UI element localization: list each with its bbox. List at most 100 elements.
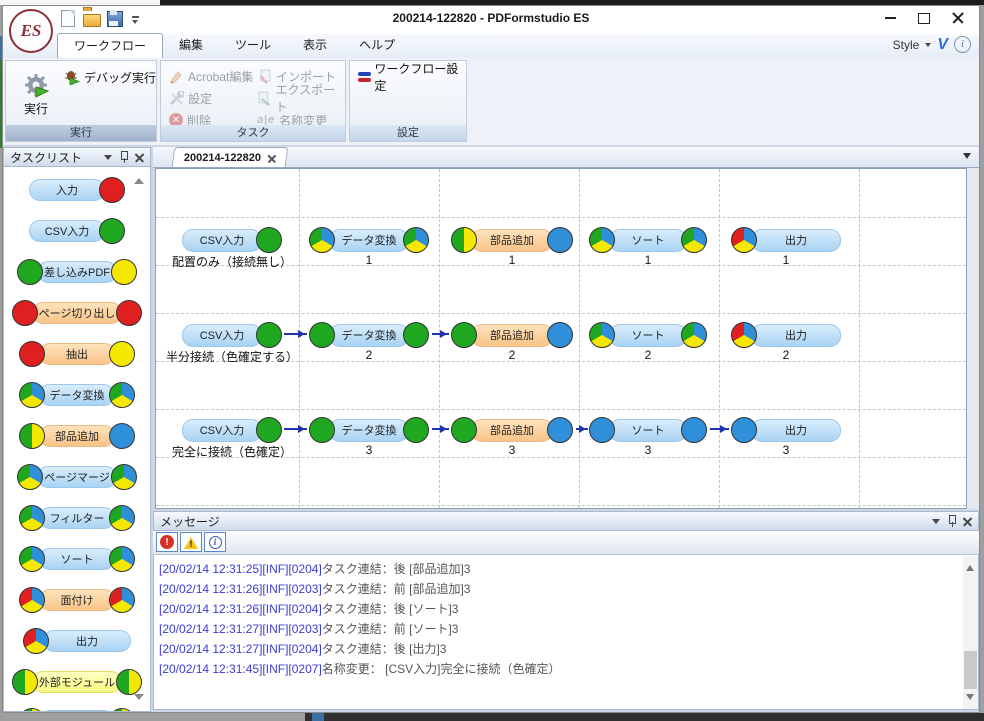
list-item[interactable]: CSV入力	[4, 217, 150, 245]
panel-menu-icon[interactable]	[104, 155, 112, 164]
maximize-button[interactable]	[907, 6, 941, 30]
connector-circle[interactable]	[256, 417, 282, 443]
connector-circle[interactable]	[451, 227, 477, 253]
customize-arrow-icon[interactable]	[131, 13, 141, 27]
connector-circle[interactable]	[309, 227, 335, 253]
open-folder-icon[interactable]	[83, 10, 100, 27]
info-filter-button[interactable]: i	[204, 532, 226, 552]
list-item[interactable]: ページマージ	[4, 463, 150, 491]
connector-circle	[19, 341, 45, 367]
debug-run-button[interactable]: デバッグ実行	[64, 67, 156, 87]
connector-circle[interactable]	[403, 227, 429, 253]
application-window: 200214-122820 - PDFormstudio ES ES ワークフロ…	[2, 5, 980, 713]
panel-menu-icon[interactable]	[932, 519, 940, 528]
connector-circle[interactable]	[547, 227, 573, 253]
connector-circle[interactable]	[731, 322, 757, 348]
task-node[interactable]: 出力 2	[731, 322, 841, 348]
connector-circle[interactable]	[403, 322, 429, 348]
task-node[interactable]: CSV入力 半分接続（色確定する）	[182, 322, 282, 348]
connector-circle[interactable]	[547, 322, 573, 348]
connector-circle	[19, 546, 45, 572]
log-line: [20/02/14 12:31:25][INF][0204]タスク連結：後 [部…	[154, 559, 978, 579]
scroll-up-icon[interactable]	[966, 561, 974, 571]
document-tab[interactable]: 200214-122820	[172, 147, 289, 167]
connector-circle[interactable]	[681, 417, 707, 443]
connector-circle[interactable]	[681, 227, 707, 253]
connector-circle[interactable]	[589, 227, 615, 253]
task-node[interactable]: ソート 2	[589, 322, 707, 348]
error-filter-button[interactable]: !	[156, 532, 178, 552]
acrobat-edit-button[interactable]: Acrobat編集	[169, 66, 253, 86]
list-item[interactable]: ソート	[4, 545, 150, 573]
task-node[interactable]: CSV入力 完全に接続（色確定）	[182, 417, 282, 443]
connector-circle[interactable]	[309, 322, 335, 348]
scrollbar-thumb[interactable]	[964, 651, 977, 689]
app-logo[interactable]: ES	[9, 9, 53, 53]
style-dropdown[interactable]: Style	[893, 38, 920, 52]
task-node[interactable]: CSV入力 配置のみ（接続無し）	[182, 227, 282, 253]
info-icon[interactable]: i	[954, 36, 971, 53]
tab-list-dropdown-icon[interactable]	[963, 153, 971, 163]
tab-view[interactable]: 表示	[287, 33, 343, 58]
list-item[interactable]: 部品追加	[4, 422, 150, 450]
connector-circle[interactable]	[451, 417, 477, 443]
close-icon[interactable]	[963, 517, 972, 526]
list-item[interactable]: 出力	[4, 627, 150, 655]
connector-circle[interactable]	[309, 417, 335, 443]
run-button[interactable]: 実行	[12, 65, 60, 123]
connector-circle[interactable]	[589, 417, 615, 443]
tab-tools[interactable]: ツール	[219, 33, 287, 58]
connector-circle[interactable]	[731, 227, 757, 253]
connector-circle[interactable]	[681, 322, 707, 348]
connector-circle[interactable]	[547, 417, 573, 443]
close-button[interactable]	[941, 6, 975, 30]
save-icon[interactable]	[107, 10, 124, 27]
tab-workflow[interactable]: ワークフロー	[57, 33, 163, 58]
task-node[interactable]: データ変換 2	[309, 322, 429, 348]
list-item[interactable]	[4, 707, 150, 712]
vendor-logo-icon: V	[937, 38, 948, 52]
task-node[interactable]: ソート 3	[589, 417, 707, 443]
task-node[interactable]: 部品追加 3	[451, 417, 573, 443]
connector-circle[interactable]	[451, 322, 477, 348]
task-node[interactable]: 出力 1	[731, 227, 841, 253]
connector-circle[interactable]	[589, 322, 615, 348]
pin-icon[interactable]	[947, 515, 956, 527]
export-button[interactable]: エクスポート	[257, 88, 345, 108]
list-item[interactable]: データ変換	[4, 381, 150, 409]
task-node[interactable]: ソート 1	[589, 227, 707, 253]
list-item[interactable]: 入力	[4, 176, 150, 204]
task-node[interactable]: 部品追加 1	[451, 227, 573, 253]
pin-icon[interactable]	[119, 151, 128, 163]
scroll-down-icon[interactable]	[134, 694, 144, 705]
workflow-settings-button[interactable]: ワークフロー設定	[358, 67, 466, 87]
connector-circle[interactable]	[403, 417, 429, 443]
message-log[interactable]: [20/02/14 12:31:25][INF][0204]タスク連結：後 [部…	[153, 555, 979, 710]
message-scrollbar[interactable]	[963, 556, 978, 709]
list-item[interactable]: 差し込みPDF	[4, 258, 150, 286]
list-item[interactable]: 抽出	[4, 340, 150, 368]
connector-circle[interactable]	[731, 417, 757, 443]
scroll-down-icon[interactable]	[966, 694, 974, 704]
tab-close-icon[interactable]	[268, 154, 276, 162]
settings-button[interactable]: 設定	[169, 88, 253, 108]
list-item[interactable]: 外部モジュール	[4, 668, 150, 696]
warning-filter-button[interactable]	[180, 532, 202, 552]
tab-help[interactable]: ヘルプ	[343, 33, 411, 58]
chevron-down-icon[interactable]	[925, 43, 931, 50]
new-document-icon[interactable]	[59, 10, 76, 27]
task-node[interactable]: データ変換 3	[309, 417, 429, 443]
task-node[interactable]: 部品追加 2	[451, 322, 573, 348]
close-icon[interactable]	[135, 153, 144, 162]
list-item[interactable]: ページ切り出し	[4, 299, 150, 327]
list-item[interactable]: 面付け	[4, 586, 150, 614]
list-item[interactable]: フィルター	[4, 504, 150, 532]
workflow-canvas[interactable]: CSV入力 配置のみ（接続無し） データ変換 1 部品追加 1	[155, 168, 967, 509]
tab-edit[interactable]: 編集	[163, 33, 219, 58]
minimize-button[interactable]	[873, 6, 907, 30]
task-node[interactable]: 出力 3	[731, 417, 841, 443]
connector-circle[interactable]	[256, 322, 282, 348]
task-node[interactable]: データ変換 1	[309, 227, 429, 253]
connector-circle[interactable]	[256, 227, 282, 253]
message-header: メッセージ	[153, 511, 979, 531]
